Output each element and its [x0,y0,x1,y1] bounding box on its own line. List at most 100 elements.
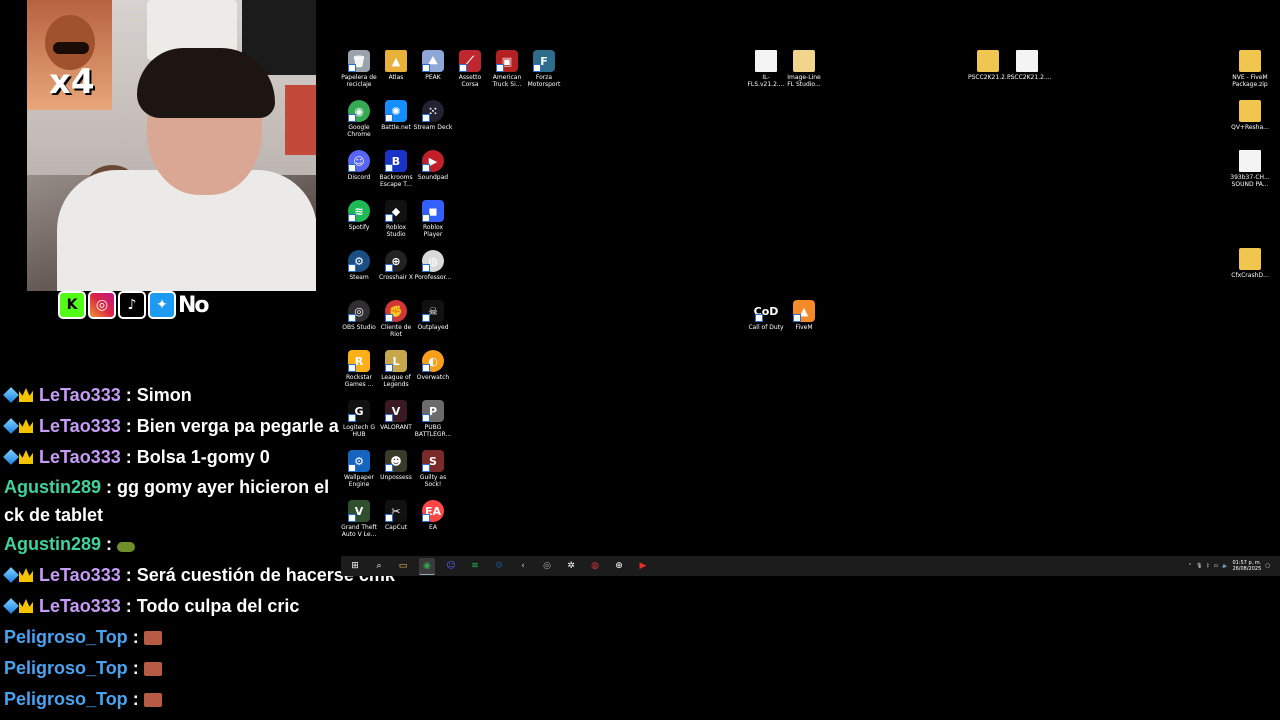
desktop-icon[interactable]: PSCC2K21.2.... [968,50,1013,81]
desktop-icon[interactable]: F Forza Motorsport [524,50,564,88]
taskbar-crosshair-icon[interactable]: ⊕ [611,558,627,574]
desktop-icon[interactable]: ⊕ Crosshair X [376,250,416,281]
desktop-icon[interactable]: ◉ Google Chrome [339,100,379,138]
truck-icon: ▣ [496,50,518,72]
chat-username: LeTao333 [39,565,121,585]
desktop-icon[interactable]: ⚙ Wallpaper Engine [339,450,379,488]
clock[interactable]: 01:57 p. m. 26/08/2025 [1232,560,1261,572]
taskbar-discord-icon[interactable]: ☺ [443,558,459,574]
desktop-icon[interactable]: R Rockstar Games ... [339,350,379,388]
desktop-icon[interactable]: P PUBG BATTLEGR... [413,400,453,438]
recycle-bin-icon: 🗑 [348,50,370,72]
crown-badge-icon [19,419,33,433]
call-of-duty-icon: CoD [754,300,778,322]
desktop-icon[interactable]: ◍ Porofessor... [413,250,453,281]
desktop-icon-label: 393b37-CH... SOUND PA... [1230,174,1270,188]
chrome-icon: ◉ [348,100,370,122]
desktop-icon[interactable]: 393b37-CH... SOUND PA... [1230,150,1270,188]
taskbar-chrome-icon[interactable]: ◉ [419,557,435,575]
desktop-icon-label: Discord [347,174,371,181]
desktop-icon[interactable]: PSCC2K21.2.... [1007,50,1052,81]
desktop-icon[interactable]: V VALORANT [376,400,416,431]
desktop-icon-label: League of Legends [381,374,411,388]
desktop-icon[interactable]: QV+Resha... [1230,100,1270,131]
desktop-icon[interactable]: EA EA [413,500,453,531]
desktop-icon[interactable]: Image-Line FL Studio... [784,50,824,88]
desktop-icon[interactable]: ▲ FiveM [784,300,824,331]
taskbar-file-explorer-icon[interactable]: ▭ [395,558,411,574]
stream-deck-icon: ⁙ [422,100,444,122]
taskbar-settings-icon[interactable]: ✲ [563,558,579,574]
notifications-icon[interactable]: ▢ [1265,563,1270,569]
taskbar-windows-start-icon[interactable]: ⊞ [347,558,363,574]
chat-message: LeTao333 : Simon [0,380,345,411]
discord-icon: ☺ [348,150,370,172]
desktop-icon[interactable]: ⚙ Steam [339,250,379,281]
chat-text: Bolsa 1-gomy 0 [136,447,270,467]
desktop-icon[interactable]: ✊ Cliente de Riot [376,300,416,338]
desktop-icon[interactable]: ◼ Roblox Player [413,200,453,238]
chat-emote-icon [143,662,162,676]
desktop-icon-label: Image-Line FL Studio... [787,74,821,88]
kick-icon: K [58,291,86,319]
desktop-icon-label: Papelera de reciclaje [341,74,377,88]
desktop-icon[interactable]: CoD Call of Duty [746,300,786,331]
desktop-icon[interactable]: ☻ Unpossess [376,450,416,481]
chat-message: LeTao333 : Bien verga pa pegarle a [0,411,345,442]
taskbar-spotify-icon[interactable]: ≋ [467,558,483,574]
desktop-icon[interactable]: B Backrooms Escape T... [376,150,416,188]
desktop-icon[interactable]: ⟋ Assetto Corsa [450,50,490,88]
desktop-icon[interactable]: IL-FLS.v21.2.... [746,50,786,88]
desktop-icon-label: Porofessor... [414,274,452,281]
taskbar-obs-icon[interactable]: ◎ [539,558,555,574]
file-icon [755,50,777,72]
chevron-up-icon[interactable]: ⌃ [1188,563,1192,569]
desktop-icon[interactable]: CfxCrashD... [1230,248,1270,279]
desktop-icon[interactable]: V Grand Theft Auto V Le... [339,500,379,538]
desktop-icon-label: Grand Theft Auto V Le... [341,524,377,538]
desktop-icon[interactable]: ⁙ Stream Deck [413,100,453,131]
desktop-icon-label: PSCC2K21.2.... [968,74,1013,81]
bluetooth-icon[interactable]: ᛒ [1206,563,1209,569]
folder-icon [977,50,999,72]
desktop-icon[interactable]: 🗑 Papelera de reciclaje [339,50,379,88]
volume-icon[interactable]: 🔈 [1222,563,1228,569]
taskbar-riot-icon[interactable]: ◍ [587,558,603,574]
chat-message: LeTao333 : Todo culpa del cric [0,591,345,622]
desktop-icon-label: Call of Duty [748,324,784,331]
desktop-icon[interactable]: ▲ Atlas [376,50,416,81]
desktop-icon[interactable]: ✂ CapCut [376,500,416,531]
desktop-icon[interactable]: NVE - FiveM Package.zip [1230,50,1270,88]
desktop-icon-label: Guilty as Sock! [419,474,447,488]
desktop-icon[interactable]: ✺ Battle.net [376,100,416,131]
desktop-icon[interactable]: ≋ Spotify [339,200,379,231]
taskbar-media-player-icon[interactable]: ▶ [635,558,651,574]
taskbar: ⊞ ⌕ ▭ ◉ ☺ ≋ ⚙ ‹ ◎ ✲ ◍ ⊕ ▶ ⌃ 🎙 ᛒ ▭ 🔈 01:57 p. m. 26/0… [341,556,1280,576]
tiktok-icon: ♪ [118,291,146,319]
desktop-icon[interactable]: ⛰ PEAK [413,50,453,81]
network-icon[interactable]: ▭ [1213,563,1218,569]
pubg-icon: P [422,400,444,422]
chat-username: LeTao333 [39,416,121,436]
desktop-icon[interactable]: ▣ American Truck Si... [487,50,527,88]
desktop-icon-label: Roblox Studio [385,224,407,238]
desktop-icon[interactable]: G Logitech G HUB [339,400,379,438]
desktop-icon[interactable]: ☠ Outplayed [413,300,453,331]
desktop-icon[interactable]: ▶ Soundpad [413,150,453,181]
desktop-icon-label: Overwatch [416,374,450,381]
multiplier-label: x4 [49,62,95,102]
desktop-icon-label: VALORANT [380,424,412,431]
desktop-icon[interactable]: ☺ Discord [339,150,379,181]
desktop-icon[interactable]: L League of Legends [376,350,416,388]
taskbar-search-icon[interactable]: ⌕ [371,558,387,574]
desktop-icon-label: FiveM [795,324,813,331]
taskbar-app-icon[interactable]: ‹ [515,558,531,574]
desktop-icon[interactable]: S Guilty as Sock! [413,450,453,488]
chat-message: Peligroso_Top : [0,684,345,715]
taskbar-steam-icon[interactable]: ⚙ [491,558,507,574]
desktop-icon[interactable]: ◐ Overwatch [413,350,453,381]
desktop-icon[interactable]: ◆ Roblox Studio [376,200,416,238]
microphone-icon[interactable]: 🎙 [1196,563,1202,569]
desktop-icon[interactable]: ◎ OBS Studio [339,300,379,331]
desktop-icon-label: CfxCrashD... [1231,272,1269,279]
